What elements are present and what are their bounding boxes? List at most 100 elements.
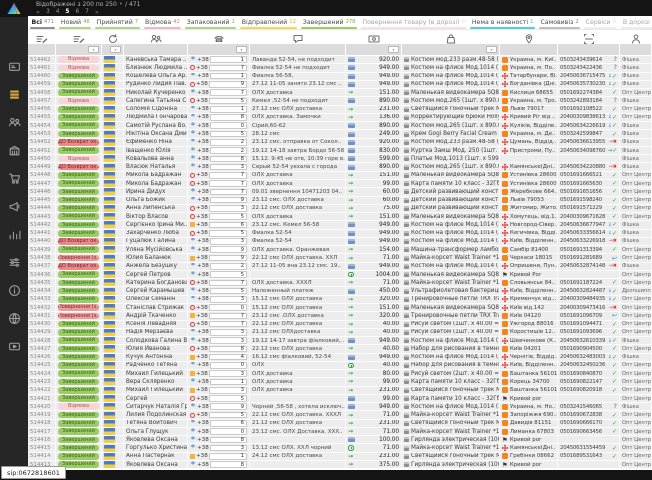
calls-count-box[interactable]: 7 — [210, 89, 247, 96]
table-row[interactable]: 514458ЗавершенийНиколай Кучеренко*+387ОЛ… — [28, 89, 652, 97]
calls-count-box[interactable]: 3 — [209, 370, 247, 377]
table-row[interactable]: 514429ЗавершенийНадія Мерзаєва*+38321.12… — [28, 329, 652, 337]
sidebar-item-company[interactable] — [0, 137, 28, 165]
tab-0[interactable]: Всі471 — [28, 16, 57, 29]
table-row[interactable]: 514426ЗавершенийКучук Антоніна+38416.12 … — [28, 354, 652, 362]
table-row[interactable]: 514449ДО Возврат ок...Власюк Наталья*+38… — [28, 163, 652, 171]
tab-6[interactable]: Завершений278 — [299, 16, 359, 29]
table-row[interactable]: 514421ЗавершенийСергей+38599.00Карта пам… — [28, 395, 652, 403]
table-row[interactable]: 514444ЗавершенийАнна Липенська+38322.12 … — [28, 205, 652, 213]
sidebar-item-settings[interactable] — [0, 249, 28, 277]
tab-7[interactable]: Повернення товару (в дорозі)0 — [359, 16, 468, 29]
calls-count-box[interactable]: 7 — [209, 280, 247, 287]
table-row[interactable]: 514445ЗавершенийОльга Божик*+38923.12 см… — [28, 197, 652, 205]
last-page-button[interactable]: » — [95, 8, 99, 16]
calls-count-box[interactable]: 3 — [210, 296, 247, 303]
table-row[interactable]: 514453ЗавершенийНікітіна Оксана Дми..*+3… — [28, 130, 652, 138]
app-logo[interactable] — [0, 0, 28, 17]
table-row[interactable]: 514427ЗавершенийЮлия Иванова+38822.12 см… — [28, 345, 652, 353]
column-tracking[interactable] — [558, 30, 620, 49]
table-row[interactable]: 514417ЗавершенийОльга Глущук*+38023.12 с… — [28, 428, 652, 436]
calls-count-box[interactable]: 9 — [210, 197, 247, 204]
tab-3[interactable]: Відмова42 — [142, 16, 184, 29]
sidebar-item-purchases[interactable] — [0, 165, 28, 193]
calls-count-box[interactable]: 7 — [209, 180, 247, 187]
calls-count-box[interactable]: 3 — [210, 238, 247, 245]
calls-count-box[interactable]: 5 — [210, 271, 247, 278]
calls-count-box[interactable]: 3 — [209, 205, 247, 212]
sidebar-item-video[interactable] — [0, 333, 28, 361]
table-row[interactable]: 514448ЗавершенийМикола Бадражан+387ОЛХ д… — [28, 172, 652, 180]
calls-count-box[interactable]: 7 — [209, 172, 247, 179]
column-order-id[interactable] — [28, 30, 56, 49]
page-button-4[interactable]: 4 — [56, 9, 60, 15]
calls-count-box[interactable]: 3 — [210, 337, 247, 344]
table-row[interactable]: 514454ЗавершенийСамотій Руслана Во..*+38… — [28, 122, 652, 130]
column-customer[interactable] — [124, 30, 188, 49]
table-row[interactable]: 514430ЗавершенийКсенія Левадняя+38722.12… — [28, 321, 652, 329]
tab-11[interactable]: В дорозі додому0 — [619, 16, 652, 29]
calls-count-box[interactable]: 1 — [209, 453, 247, 460]
table-row[interactable]: 514425ЗавершенийРадченко Тетяна*+380ОЛХ4… — [28, 362, 652, 370]
calls-count-box[interactable]: 9 — [210, 246, 247, 253]
calls-count-box[interactable]: 2 — [210, 139, 247, 146]
calls-count-box[interactable]: 1 — [210, 73, 247, 80]
tab-2[interactable]: Прийнятий7 — [93, 16, 141, 29]
sidebar-item-customers[interactable] — [0, 109, 28, 137]
calls-count-box[interactable]: 4 — [209, 354, 247, 361]
calls-count-box[interactable]: 9 — [209, 81, 247, 88]
sidebar-item-orders[interactable] — [0, 81, 28, 109]
table-row[interactable]: 514447ЗавершенийМикола Бадражан+387ОЛХ д… — [28, 180, 652, 188]
sip-status[interactable]: sip:0672818601 — [1, 466, 66, 479]
tab-4[interactable]: Запакований1 — [183, 16, 238, 29]
page-button-3[interactable]: 3 — [46, 9, 50, 15]
calls-count-box[interactable]: 5 — [209, 213, 247, 220]
table-row[interactable]: 514418ЗавершенийТетяна Войтович*+38621.1… — [28, 420, 652, 428]
table-row[interactable]: 514414ЗавершенийАнна Пастернак+38124.12 … — [28, 453, 652, 461]
sidebar-item-analytics[interactable] — [0, 221, 28, 249]
column-product[interactable] — [402, 30, 500, 49]
column-source[interactable] — [102, 30, 124, 49]
calls-count-box[interactable]: 0 — [210, 122, 247, 129]
table-row[interactable]: 514422ЗавершенийМихаил Гилецький+383ОЛХ … — [28, 387, 652, 395]
table-row[interactable]: 514461Відмова!Близнюк Людмила ..+387Фиал… — [28, 64, 652, 72]
table-row[interactable]: 514441ЗавершенийЗахарченко Люба+385Фиалк… — [28, 230, 652, 238]
calls-count-box[interactable]: 5 — [209, 412, 247, 419]
sidebar-item-dashboard[interactable] — [0, 53, 28, 81]
tab-8[interactable]: Нема в наявності1 — [468, 16, 537, 29]
calls-count-box[interactable]: 3 — [209, 387, 247, 394]
calls-count-box[interactable]: 5 — [209, 230, 247, 237]
table-row[interactable]: 514460ЗавершенийКошелева Ольга Ар..*+381… — [28, 73, 652, 81]
table-row[interactable]: 514438Повернення (з...Юлия Баланюк+38922… — [28, 254, 652, 262]
calls-count-box[interactable]: 3 — [210, 445, 247, 452]
table-row[interactable]: 514432Повернення (з...Станіслав Стрижак+… — [28, 304, 652, 312]
calls-count-box[interactable]: 7 — [209, 65, 247, 72]
sidebar-item-marketing[interactable] — [0, 193, 28, 221]
calls-count-box[interactable]: 7 — [210, 189, 247, 196]
calls-count-box[interactable]: 3 — [210, 329, 247, 336]
column-comment[interactable] — [250, 30, 346, 49]
table-row[interactable]: 514434ЗавершенийСергей Карамышев*+385Нал… — [28, 287, 652, 295]
table-row[interactable]: 514442ЗавершенийСергієнко Ірина Ми..+386… — [28, 221, 652, 229]
calls-count-box[interactable]: 7 — [209, 321, 247, 328]
tab-1[interactable]: Новий48 — [57, 16, 93, 29]
table-row[interactable]: 514440ДО Возврат ок...Гуцалюк Галина*+38… — [28, 238, 652, 246]
calls-count-box[interactable]: 1 — [210, 106, 247, 113]
table-row[interactable]: 514433ЗавершенийОлексій Семанін*+38315.1… — [28, 296, 652, 304]
table-row[interactable]: 514450Відмова!Ковальова анна*+38815.12. … — [28, 155, 652, 163]
table-row[interactable]: 514413ЗавершенийЯковлева Оксана*+388→375… — [28, 461, 652, 469]
column-status[interactable] — [56, 30, 102, 49]
table-row[interactable]: 514457ВідмоваСалегина Татьяна С..+385Кем… — [28, 97, 652, 105]
table-row[interactable]: 514420ВідмоваСитарчук Наталія Гр..*+389Ч… — [28, 403, 652, 411]
table-row[interactable]: 514436ЗавершенийСергей Петров*+3851004.0… — [28, 271, 652, 279]
calls-count-box[interactable]: 9 — [209, 255, 247, 262]
calls-count-box[interactable]: 5 — [210, 288, 247, 295]
calls-count-box[interactable]: 6 — [209, 222, 247, 229]
calls-count-box[interactable]: 0 — [209, 304, 247, 311]
tab-10[interactable]: Сервіси0 — [582, 16, 619, 29]
calls-count-box[interactable]: 5 — [210, 131, 247, 138]
tab-5[interactable]: Відправлений12 — [238, 16, 299, 29]
table-row[interactable]: 514423ЗавершенийВера Скляренко*+381ОЛХ д… — [28, 378, 652, 386]
calls-count-box[interactable]: 8 — [210, 437, 247, 444]
table-row[interactable]: 514431Повернення (з...Андрій Ткаченко+38… — [28, 312, 652, 320]
